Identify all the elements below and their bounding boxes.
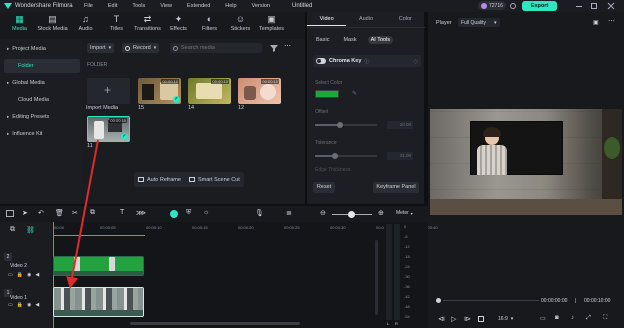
annotation-arrow xyxy=(66,139,99,289)
